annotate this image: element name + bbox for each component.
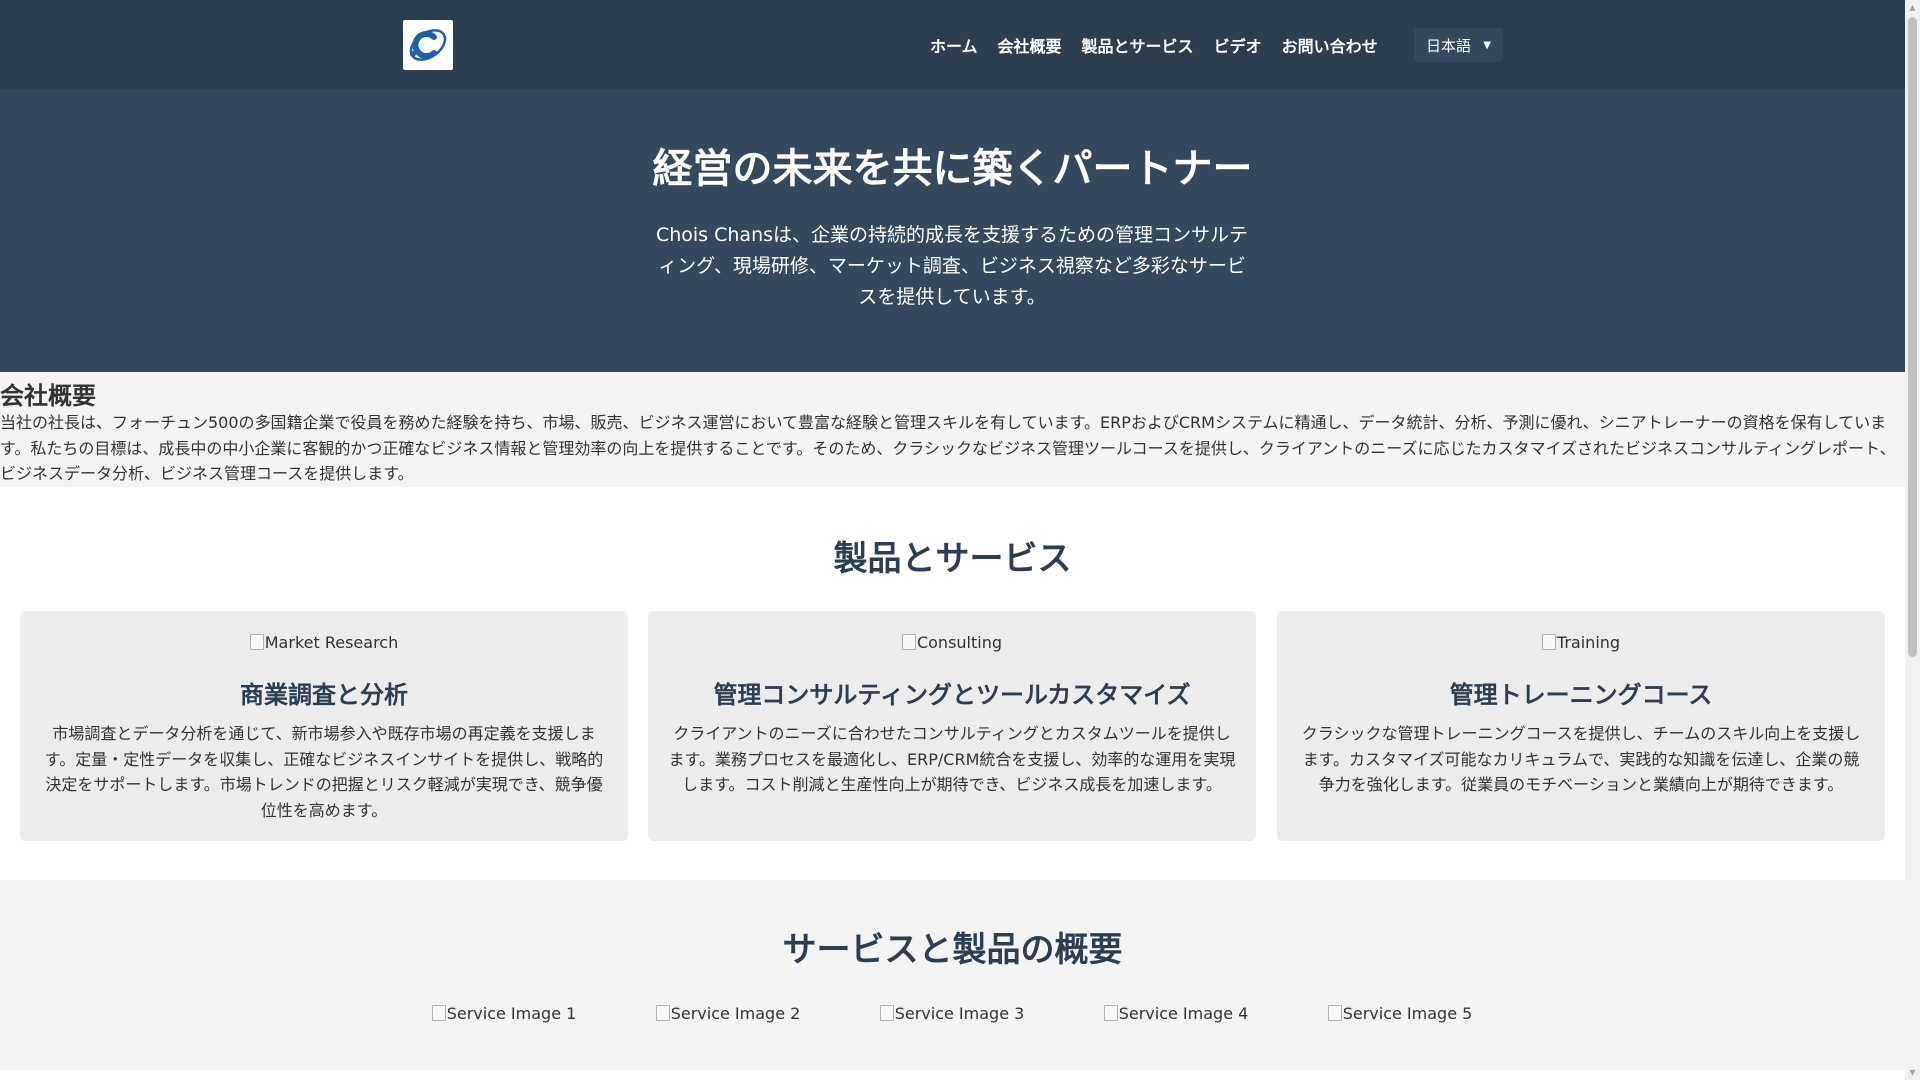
- broken-image-icon: [249, 634, 264, 650]
- broken-image-icon: [1541, 634, 1556, 650]
- broken-image-icon: [901, 634, 916, 650]
- company-logo[interactable]: [403, 20, 453, 70]
- scroll-down-arrow-icon[interactable]: ▼: [1905, 1065, 1920, 1080]
- card-image: Consulting: [648, 633, 1256, 652]
- service-image-alt: Service Image 1: [446, 1004, 577, 1023]
- broken-image-icon: [431, 1005, 446, 1021]
- hero-section: 経営の未来を共に築くパートナー Chois Chansは、企業の持続的成長を支援…: [0, 89, 1905, 372]
- service-image-1: Service Image 1: [392, 1004, 616, 1023]
- hero-description: Chois Chansは、企業の持続的成長を支援するための管理コンサルティング、…: [655, 224, 1249, 308]
- overview-heading: サービスと製品の概要: [782, 930, 1123, 970]
- card-text: 市場調査とデータ分析を通じて、新市場参入や既存市場の再定義を支援します。定量・定…: [44, 724, 604, 820]
- nav-link-contact[interactable]: お問い合わせ: [1282, 33, 1378, 57]
- card-text: クラシックな管理トレーニングコースを提供し、チームのスキル向上を支援します。カス…: [1301, 724, 1861, 794]
- broken-image-icon: [655, 1005, 670, 1021]
- broken-image-icon: [1327, 1005, 1342, 1021]
- card-image-alt: Consulting: [916, 633, 1003, 652]
- card-image: Training: [1277, 633, 1885, 652]
- top-navigation-bar: ホーム 会社概要 製品とサービス ビデオ お問い合わせ 日本語 ▼: [0, 0, 1905, 89]
- service-image-4: Service Image 4: [1064, 1004, 1288, 1023]
- broken-image-icon: [1103, 1005, 1118, 1021]
- service-card-market-research: Market Research 商業調査と分析 市場調査とデータ分析を通じて、新…: [20, 611, 628, 841]
- service-image-alt: Service Image 4: [1118, 1004, 1249, 1023]
- language-select-value: 日本語: [1426, 36, 1472, 55]
- card-title: 管理トレーニングコース: [1449, 681, 1713, 709]
- about-section: 会社概要 当社の社長は、フォーチュン500の多国籍企業で役員を務めた経験を持ち、…: [0, 372, 1905, 487]
- chevron-down-icon: ▼: [1483, 39, 1491, 51]
- about-body: 当社の社長は、フォーチュン500の多国籍企業で役員を務めた経験を持ち、市場、販売…: [0, 413, 1896, 483]
- service-image-alt: Service Image 3: [894, 1004, 1025, 1023]
- service-image-3: Service Image 3: [840, 1004, 1064, 1023]
- card-image: Market Research: [20, 633, 628, 652]
- products-heading: 製品とサービス: [833, 539, 1072, 579]
- broken-image-icon: [879, 1005, 894, 1021]
- nav-link-products[interactable]: 製品とサービス: [1082, 33, 1194, 57]
- card-title: 商業調査と分析: [240, 681, 408, 709]
- overview-section: サービスと製品の概要 Service Image 1 Service Image…: [0, 880, 1905, 1070]
- logo-c-icon: [409, 29, 447, 61]
- scrollbar-thumb[interactable]: [1908, 17, 1917, 657]
- products-section: 製品とサービス Market Research 商業調査と分析 市場調査とデータ…: [0, 487, 1905, 880]
- service-image-2: Service Image 2: [616, 1004, 840, 1023]
- card-image-alt: Market Research: [264, 633, 399, 652]
- card-title: 管理コンサルティングとツールカスタマイズ: [713, 681, 1191, 709]
- main-menu: ホーム 会社概要 製品とサービス ビデオ お問い合わせ: [930, 31, 1398, 59]
- card-image-alt: Training: [1556, 633, 1621, 652]
- nav-link-about[interactable]: 会社概要: [998, 33, 1062, 57]
- service-image-5: Service Image 5: [1288, 1004, 1512, 1023]
- language-select[interactable]: 日本語 ▼: [1414, 28, 1503, 62]
- about-heading: 会社概要: [0, 382, 96, 410]
- service-card-consulting: Consulting 管理コンサルティングとツールカスタマイズ クライアントのニ…: [648, 611, 1256, 841]
- page: ホーム 会社概要 製品とサービス ビデオ お問い合わせ 日本語 ▼ 経営の未来を…: [0, 0, 1905, 1080]
- service-image-alt: Service Image 2: [670, 1004, 801, 1023]
- scroll-up-arrow-icon[interactable]: ▲: [1905, 0, 1920, 15]
- nav-link-home[interactable]: ホーム: [930, 33, 978, 57]
- vertical-scrollbar[interactable]: ▲ ▼: [1905, 0, 1920, 1080]
- nav-link-video[interactable]: ビデオ: [1214, 33, 1262, 57]
- card-text: クライアントのニーズに合わせたコンサルティングとカスタムツールを提供します。業務…: [668, 724, 1236, 794]
- service-image-alt: Service Image 5: [1342, 1004, 1473, 1023]
- service-card-training: Training 管理トレーニングコース クラシックな管理トレーニングコースを提…: [1277, 611, 1885, 841]
- hero-title: 経営の未来を共に築くパートナー: [652, 146, 1253, 192]
